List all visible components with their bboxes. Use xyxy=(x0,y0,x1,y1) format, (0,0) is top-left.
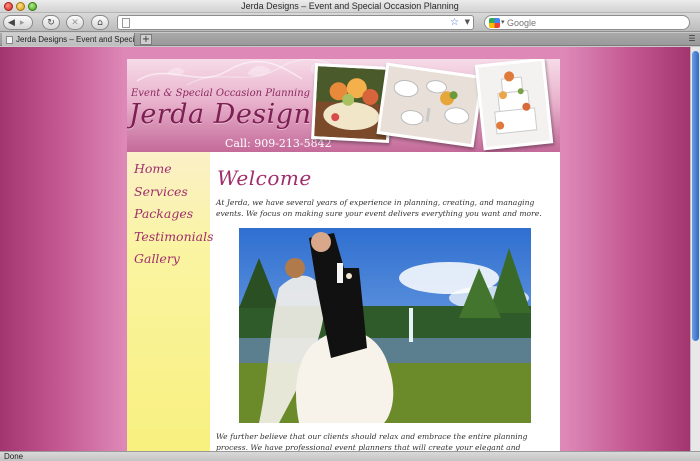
header-photo-wedding-cake xyxy=(474,59,554,151)
site-container: Event & Special Occasion Planning Jerda … xyxy=(127,59,560,451)
url-input[interactable] xyxy=(134,16,434,29)
tab-jerda-designs[interactable]: Jerda Designs – Event and Special Occasi… xyxy=(2,33,135,46)
forward-arrow-icon[interactable]: ▸ xyxy=(20,18,25,28)
back-arrow-icon: ◀ xyxy=(8,17,15,28)
window-title: Jerda Designs – Event and Special Occasi… xyxy=(241,1,459,11)
body-paragraph: We further believe that our clients shou… xyxy=(216,432,528,451)
intro-paragraph: At Jerda, we have several years of exper… xyxy=(216,198,542,218)
back-button[interactable]: ◀ ▸ xyxy=(3,15,33,30)
nav-services[interactable]: Services xyxy=(134,181,210,204)
welcome-heading: Welcome xyxy=(217,166,312,190)
reload-button[interactable]: ↻ xyxy=(42,15,60,30)
main-nav: Home Services Packages Testimonials Gall… xyxy=(127,152,214,271)
url-dropdown-icon[interactable]: ▼ xyxy=(465,16,470,29)
reload-icon: ↻ xyxy=(47,17,55,28)
page-icon xyxy=(122,18,130,28)
tab-menu-icon[interactable]: ☰ xyxy=(687,34,697,45)
page-icon xyxy=(6,36,13,44)
vertical-scrollbar[interactable] xyxy=(690,47,700,451)
stop-button[interactable]: ✕ xyxy=(66,15,84,30)
search-engine-dropdown-icon[interactable]: ▾ xyxy=(501,16,505,29)
home-button[interactable]: ⌂ xyxy=(91,15,109,30)
home-icon: ⌂ xyxy=(97,17,103,28)
wedding-couple-photo xyxy=(239,228,531,423)
main-content: Welcome At Jerda, we have several years … xyxy=(216,152,554,451)
header-photo-table-setting xyxy=(376,62,484,148)
scrollbar-thumb[interactable] xyxy=(692,51,699,341)
address-bar[interactable]: ☆ ▼ xyxy=(117,15,474,30)
window-titlebar: Jerda Designs – Event and Special Occasi… xyxy=(0,0,700,13)
tab-strip: Jerda Designs – Event and Special Occasi… xyxy=(0,33,700,46)
sidebar: Home Services Packages Testimonials Gall… xyxy=(127,152,214,451)
search-input[interactable] xyxy=(507,16,667,29)
status-bar: Done xyxy=(0,451,700,461)
site-header: Event & Special Occasion Planning Jerda … xyxy=(127,59,560,152)
site-logo[interactable]: Jerda Designs xyxy=(129,99,326,130)
nav-testimonials[interactable]: Testimonials xyxy=(134,226,214,249)
nav-gallery[interactable]: Gallery xyxy=(134,248,210,271)
stop-icon: ✕ xyxy=(71,17,79,28)
bookmark-star-icon[interactable]: ☆ xyxy=(450,16,459,29)
new-tab-button[interactable]: + xyxy=(140,34,152,45)
site-tagline: Event & Special Occasion Planning xyxy=(131,88,311,99)
browser-toolbar: ◀ ▸ ↻ ✕ ⌂ ☆ ▼ ▾ xyxy=(0,13,700,32)
google-icon xyxy=(489,18,500,28)
page-viewport: Event & Special Occasion Planning Jerda … xyxy=(0,47,690,451)
nav-packages[interactable]: Packages xyxy=(134,203,210,226)
search-bar[interactable]: ▾ xyxy=(484,15,690,30)
nav-home[interactable]: Home xyxy=(134,158,210,181)
tab-title: Jerda Designs – Event and Special Occasi… xyxy=(16,35,135,44)
